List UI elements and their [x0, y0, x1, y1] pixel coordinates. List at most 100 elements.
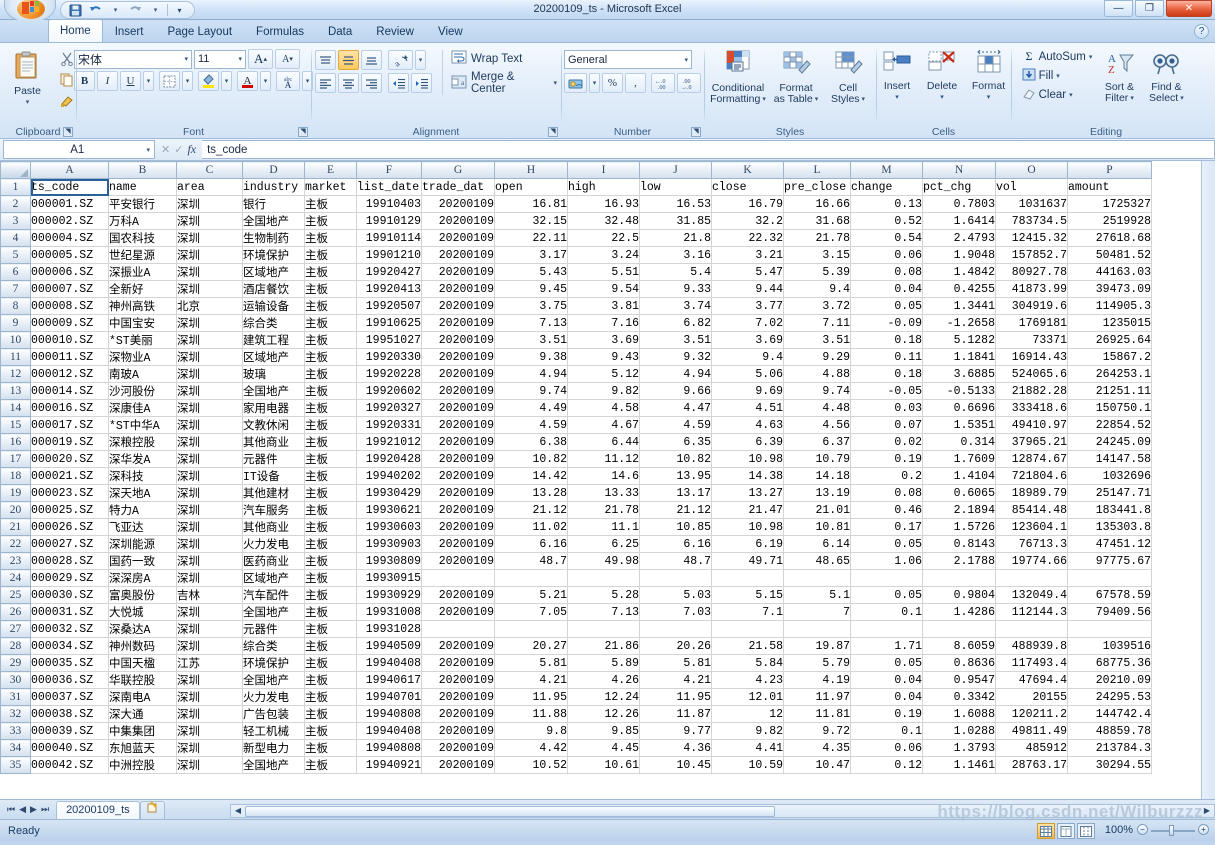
table-row[interactable]: 20 000025.SZ 特力A 深圳 汽车服务 主板 19930621 20200109 21…: [0, 501, 1152, 519]
cell-C26[interactable]: 深圳: [176, 603, 243, 621]
cell-N25[interactable]: 0.9804: [922, 586, 996, 604]
cell-C25[interactable]: 吉林: [176, 586, 243, 604]
cell-J33[interactable]: 9.77: [639, 722, 712, 740]
decrease-decimal-icon[interactable]: .00 →.0: [677, 73, 701, 93]
cell-P12[interactable]: 264253.1: [1067, 365, 1152, 383]
insert-cells-dropdown-icon[interactable]: ▾: [895, 92, 899, 103]
cell-H34[interactable]: 4.42: [494, 739, 568, 757]
cell-K22[interactable]: 6.19: [711, 535, 784, 553]
cell-P2[interactable]: 1725327: [1067, 195, 1152, 213]
cell-styles-dropdown-icon[interactable]: ▾: [862, 94, 866, 105]
cell-H33[interactable]: 9.8: [494, 722, 568, 740]
cell-L26[interactable]: 7: [783, 603, 851, 621]
cell-P35[interactable]: 30294.55: [1067, 756, 1152, 774]
cell-M13[interactable]: -0.05: [850, 382, 923, 400]
cell-O10[interactable]: 73371: [995, 331, 1068, 349]
cell-L32[interactable]: 11.81: [783, 705, 851, 723]
cell-D7[interactable]: 酒店餐饮: [242, 280, 305, 298]
font-name-dropdown-icon[interactable]: ▾: [184, 55, 188, 63]
tab-page-layout[interactable]: Page Layout: [155, 21, 244, 42]
align-middle-icon[interactable]: [338, 50, 359, 70]
cell-B31[interactable]: 深南电A: [108, 688, 177, 706]
cell-L3[interactable]: 31.68: [783, 212, 851, 230]
cell-O23[interactable]: 19774.66: [995, 552, 1068, 570]
cell-G26[interactable]: 20200109: [421, 603, 495, 621]
cell-G22[interactable]: 20200109: [421, 535, 495, 553]
cell-O21[interactable]: 123604.1: [995, 518, 1068, 536]
cell-P18[interactable]: 1032696: [1067, 467, 1152, 485]
cell-J25[interactable]: 5.03: [639, 586, 712, 604]
cell-G4[interactable]: 20200109: [421, 229, 495, 247]
cell-N17[interactable]: 1.7609: [922, 450, 996, 468]
cell-L27[interactable]: [783, 620, 851, 638]
cell-I6[interactable]: 5.51: [567, 263, 640, 281]
cell-N32[interactable]: 1.6088: [922, 705, 996, 723]
cell-K5[interactable]: 3.21: [711, 246, 784, 264]
cell-H5[interactable]: 3.17: [494, 246, 568, 264]
cell-F14[interactable]: 19920327: [356, 399, 422, 417]
table-row[interactable]: 1 ts_code name area industry market list_date t…: [0, 178, 1152, 196]
cell-F8[interactable]: 19920507: [356, 297, 422, 315]
cell-N27[interactable]: [922, 620, 996, 638]
cell-J13[interactable]: 9.66: [639, 382, 712, 400]
cell-M34[interactable]: 0.06: [850, 739, 923, 757]
cell-K2[interactable]: 16.79: [711, 195, 784, 213]
cell-I33[interactable]: 9.85: [567, 722, 640, 740]
cell-E32[interactable]: 主板: [304, 705, 357, 723]
table-row[interactable]: 27 000032.SZ 深桑达A 深圳 元器件 主板 19931028: [0, 620, 1152, 638]
cell-O30[interactable]: 47694.4: [995, 671, 1068, 689]
cell-E6[interactable]: 主板: [304, 263, 357, 281]
cell-I5[interactable]: 3.24: [567, 246, 640, 264]
row-header-13[interactable]: 13: [0, 382, 31, 400]
cell-C24[interactable]: 深圳: [176, 569, 243, 587]
cell-N23[interactable]: 2.1788: [922, 552, 996, 570]
cell-L31[interactable]: 11.97: [783, 688, 851, 706]
zoom-in-icon[interactable]: +: [1198, 824, 1209, 835]
cell-E13[interactable]: 主板: [304, 382, 357, 400]
cell-F28[interactable]: 19940509: [356, 637, 422, 655]
cell-O18[interactable]: 721804.6: [995, 467, 1068, 485]
column-header-K[interactable]: K: [711, 161, 784, 179]
cell-F19[interactable]: 19930429: [356, 484, 422, 502]
align-center-icon[interactable]: [338, 73, 359, 93]
fill-button[interactable]: Fill ▾: [1022, 68, 1093, 84]
cell-H28[interactable]: 20.27: [494, 637, 568, 655]
cell-I35[interactable]: 10.61: [567, 756, 640, 774]
cell-A25[interactable]: 000030.SZ: [30, 586, 109, 604]
format-cells-button[interactable]: Format ▾: [966, 48, 1011, 103]
cell-G17[interactable]: 20200109: [421, 450, 495, 468]
cell-H22[interactable]: 6.16: [494, 535, 568, 553]
cell-M24[interactable]: [850, 569, 923, 587]
align-bottom-icon[interactable]: [361, 50, 382, 70]
cell-G9[interactable]: 20200109: [421, 314, 495, 332]
cell-P9[interactable]: 1235015: [1067, 314, 1152, 332]
cell-K12[interactable]: 5.06: [711, 365, 784, 383]
cell-I1[interactable]: high: [567, 178, 640, 196]
cell-L12[interactable]: 4.88: [783, 365, 851, 383]
bold-button[interactable]: B: [74, 71, 95, 91]
restore-button[interactable]: ❐: [1135, 0, 1164, 17]
cell-N1[interactable]: pct_chg: [922, 178, 996, 196]
cell-N16[interactable]: 0.314: [922, 433, 996, 451]
cell-K16[interactable]: 6.39: [711, 433, 784, 451]
table-row[interactable]: 23 000028.SZ 国药一致 深圳 医药商业 主板 19930809 20200109 4…: [0, 552, 1152, 570]
cell-A33[interactable]: 000039.SZ: [30, 722, 109, 740]
sheet-tab-20200109-ts[interactable]: 20200109_ts: [56, 800, 140, 819]
cell-H14[interactable]: 4.49: [494, 399, 568, 417]
cell-O2[interactable]: 1031637: [995, 195, 1068, 213]
zoom-out-icon[interactable]: −: [1137, 824, 1148, 835]
row-header-31[interactable]: 31: [0, 688, 31, 706]
cell-I17[interactable]: 11.12: [567, 450, 640, 468]
row-header-26[interactable]: 26: [0, 603, 31, 621]
delete-cells-button[interactable]: Delete ▾: [920, 48, 964, 103]
cell-E2[interactable]: 主板: [304, 195, 357, 213]
cell-N7[interactable]: 0.4255: [922, 280, 996, 298]
cell-E10[interactable]: 主板: [304, 331, 357, 349]
cell-A27[interactable]: 000032.SZ: [30, 620, 109, 638]
cell-F11[interactable]: 19920330: [356, 348, 422, 366]
shrink-font-button[interactable]: A ▾: [275, 49, 300, 69]
fill-color-icon[interactable]: [198, 71, 219, 91]
cell-M5[interactable]: 0.06: [850, 246, 923, 264]
cell-P10[interactable]: 26925.64: [1067, 331, 1152, 349]
last-sheet-icon[interactable]: ⏭: [41, 804, 49, 815]
